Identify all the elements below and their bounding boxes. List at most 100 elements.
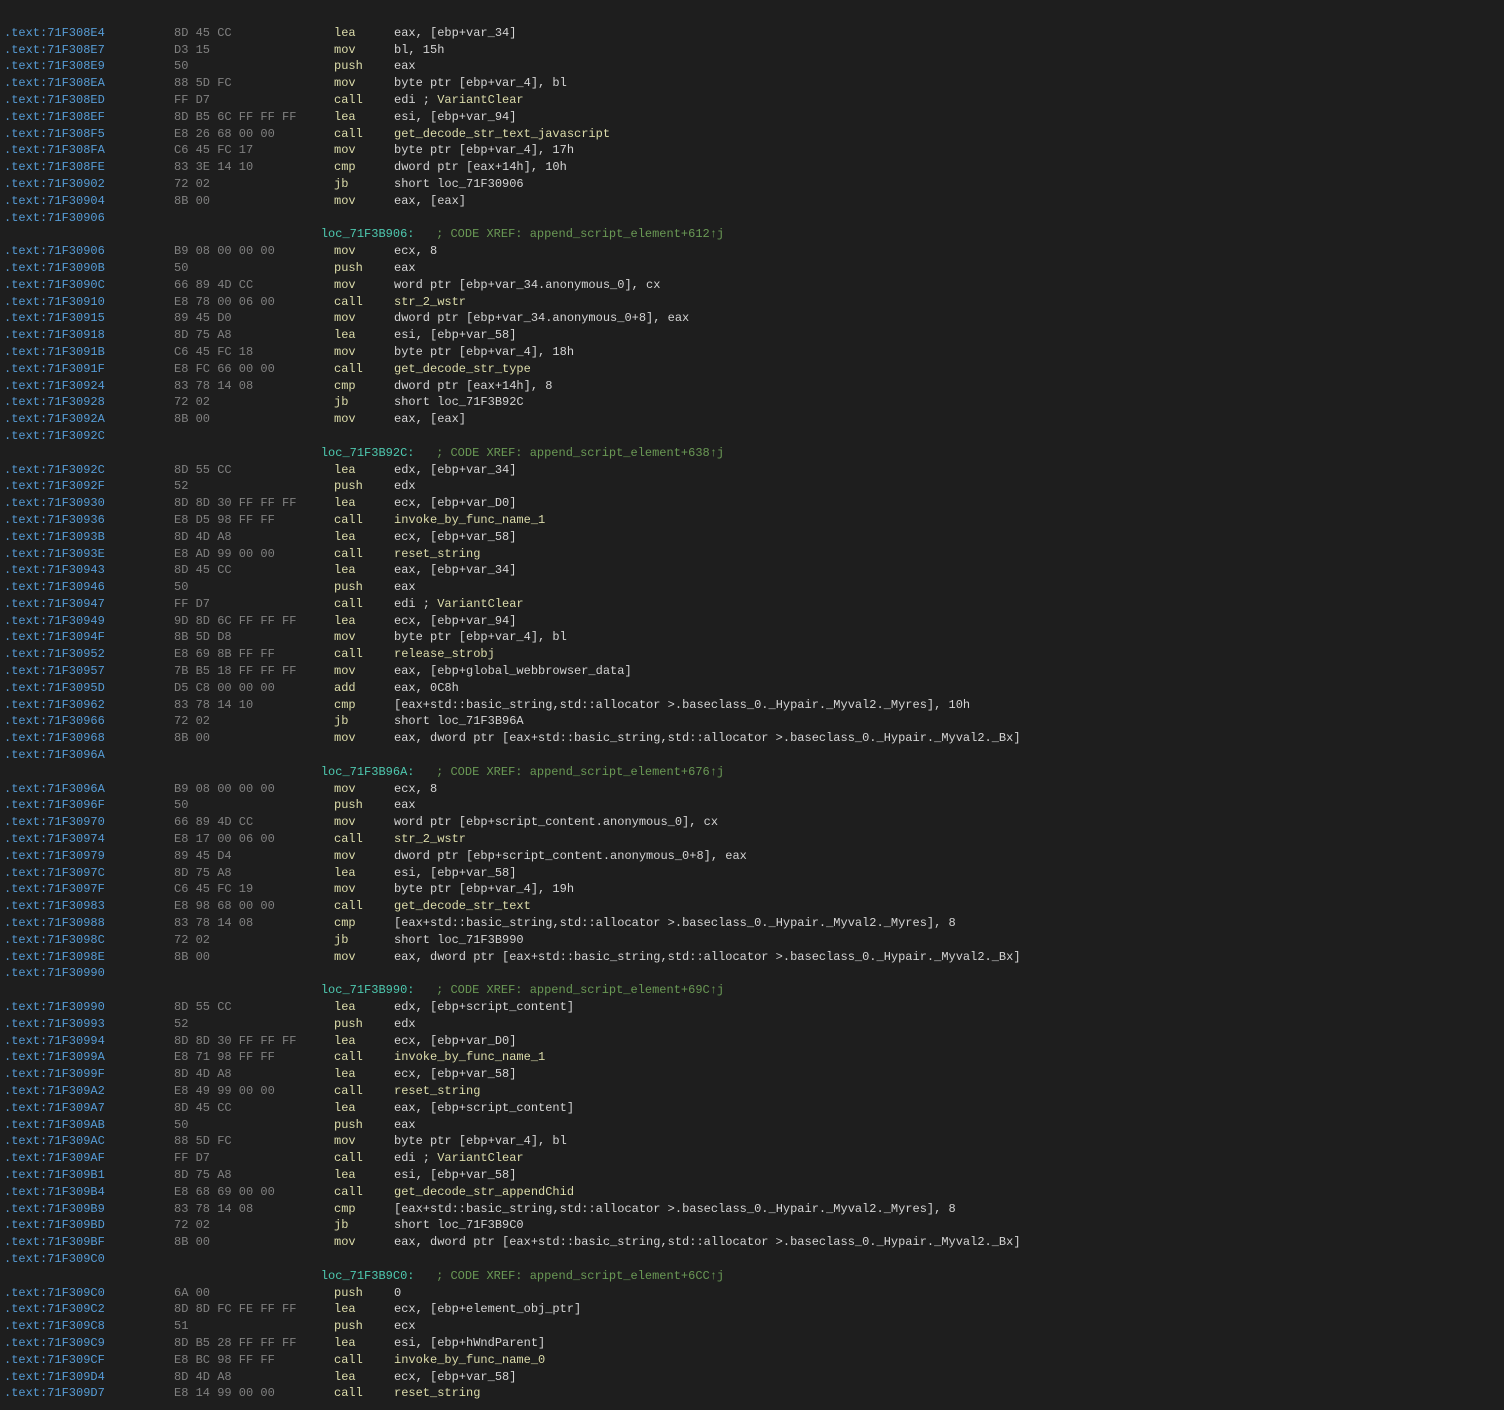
disasm-address: .text:71F309CF xyxy=(4,1352,174,1369)
disasm-operands: short loc_71F3B96A xyxy=(394,713,1500,730)
disasm-mnemonic: lea xyxy=(334,462,394,479)
disasm-mnemonic: cmp xyxy=(334,1201,394,1218)
disasm-mnemonic: jb xyxy=(334,1217,394,1234)
disasm-bytes: 8B 00 xyxy=(174,730,334,747)
disasm-bytes: B9 08 00 00 00 xyxy=(174,781,334,798)
disasm-bytes: 8D B5 28 FF FF FF xyxy=(174,1335,334,1352)
disasm-address: .text:71F3096A xyxy=(4,747,174,764)
disasm-bytes xyxy=(174,1251,334,1268)
disasm-mnemonic: call xyxy=(334,646,394,663)
disasm-address: .text:71F3099A xyxy=(4,1049,174,1066)
disasm-bytes: D5 C8 00 00 00 xyxy=(174,680,334,697)
code-label: loc_71F3B92C: xyxy=(4,445,414,462)
disasm-mnemonic: push xyxy=(334,1016,394,1033)
disasm-bytes: E8 14 99 00 00 xyxy=(174,1385,334,1402)
disasm-line: .text:71F30983E8 98 68 00 00callget_deco… xyxy=(4,898,1500,915)
disasm-mnemonic: lea xyxy=(334,1100,394,1117)
disasm-operands: ecx, [ebp+var_58] xyxy=(394,1369,1500,1386)
disasm-operands xyxy=(394,747,1500,764)
disasm-operands: short loc_71F30906 xyxy=(394,176,1500,193)
disasm-operands: edx, [ebp+var_34] xyxy=(394,462,1500,479)
disasm-bytes: 8D B5 6C FF FF FF xyxy=(174,109,334,126)
disasm-address: .text:71F309A2 xyxy=(4,1083,174,1100)
disasm-line: .text:71F309B983 78 14 08cmp[eax+std::ba… xyxy=(4,1201,1500,1218)
disasm-address: .text:71F30918 xyxy=(4,327,174,344)
disasm-mnemonic: call xyxy=(334,512,394,529)
disasm-line: .text:71F3098E8B 00moveax, dword ptr [ea… xyxy=(4,949,1500,966)
disasm-address: .text:71F30962 xyxy=(4,697,174,714)
code-label: loc_71F3B906: xyxy=(4,226,414,243)
disasm-mnemonic: call xyxy=(334,1049,394,1066)
disasm-bytes: 8D 8D FC FE FF FF xyxy=(174,1301,334,1318)
disasm-bytes: E8 78 00 06 00 xyxy=(174,294,334,311)
disasm-operands: [eax+std::basic_string,std::allocator >.… xyxy=(394,915,1500,932)
disasm-bytes: 8D 75 A8 xyxy=(174,1167,334,1184)
disasm-operands: eax, [eax] xyxy=(394,193,1500,210)
disasm-line: .text:71F309A78D 45 CCleaeax, [ebp+scrip… xyxy=(4,1100,1500,1117)
disasm-operands: release_strobj xyxy=(394,646,1500,663)
disasm-operands: byte ptr [ebp+var_4], 18h xyxy=(394,344,1500,361)
disasm-line: .text:71F3092C xyxy=(4,428,1500,445)
disasm-bytes: 66 89 4D CC xyxy=(174,814,334,831)
disasm-mnemonic: mov xyxy=(334,881,394,898)
disasm-operands: get_decode_str_type xyxy=(394,361,1500,378)
disasm-address: .text:71F3091F xyxy=(4,361,174,378)
disasm-bytes: B9 08 00 00 00 xyxy=(174,243,334,260)
disasm-address: .text:71F309A7 xyxy=(4,1100,174,1117)
disasm-operands: eax, [ebp+var_34] xyxy=(394,25,1500,42)
disasm-mnemonic: lea xyxy=(334,495,394,512)
disasm-line: .text:71F30974E8 17 00 06 00callstr_2_ws… xyxy=(4,831,1500,848)
disasm-address: .text:71F30968 xyxy=(4,730,174,747)
disasm-mnemonic: lea xyxy=(334,1335,394,1352)
disasm-bytes: 50 xyxy=(174,1117,334,1134)
disasm-address: .text:71F3098E xyxy=(4,949,174,966)
disasm-address: .text:71F309AB xyxy=(4,1117,174,1134)
disasm-mnemonic: mov xyxy=(334,310,394,327)
disasm-bytes: 6A 00 xyxy=(174,1285,334,1302)
disasm-operands: short loc_71F3B990 xyxy=(394,932,1500,949)
disasm-line: .text:71F3095DD5 C8 00 00 00addeax, 0C8h xyxy=(4,680,1500,697)
disasm-mnemonic xyxy=(334,210,394,227)
disasm-operands: word ptr [ebp+var_34.anonymous_0], cx xyxy=(394,277,1500,294)
disasm-address: .text:71F3093E xyxy=(4,546,174,563)
code-comment: ; CODE XREF: append_script_element+676↑j xyxy=(414,764,724,781)
disasm-line: .text:71F3092A8B 00moveax, [eax] xyxy=(4,411,1500,428)
disasm-operands: edi ; VariantClear xyxy=(394,1150,1500,1167)
disasm-bytes: 83 78 14 08 xyxy=(174,378,334,395)
code-comment: ; CODE XREF: append_script_element+69C↑j xyxy=(414,982,724,999)
disasm-address: .text:71F3090B xyxy=(4,260,174,277)
disasm-bytes: 8D 55 CC xyxy=(174,462,334,479)
disasm-bytes: 72 02 xyxy=(174,394,334,411)
disasm-address: .text:71F30966 xyxy=(4,713,174,730)
disasm-line: .text:71F309A2E8 49 99 00 00callreset_st… xyxy=(4,1083,1500,1100)
code-label: loc_71F3B9C0: xyxy=(4,1268,414,1285)
disasm-operands: word ptr [ebp+script_content.anonymous_0… xyxy=(394,814,1500,831)
disasm-operands: eax xyxy=(394,797,1500,814)
disasm-line: .text:71F3091BC6 45 FC 18movbyte ptr [eb… xyxy=(4,344,1500,361)
disasm-bytes: FF D7 xyxy=(174,92,334,109)
disasm-address: .text:71F309B9 xyxy=(4,1201,174,1218)
disasm-line: .text:71F30906 xyxy=(4,210,1500,227)
disasm-mnemonic: lea xyxy=(334,327,394,344)
disasm-operands xyxy=(394,210,1500,227)
disasm-line: .text:71F3090272 02jbshort loc_71F30906 xyxy=(4,176,1500,193)
disasm-bytes: E8 68 69 00 00 xyxy=(174,1184,334,1201)
disasm-address: .text:71F30974 xyxy=(4,831,174,848)
disasm-address: .text:71F309D7 xyxy=(4,1385,174,1402)
disasm-line: .text:71F308E950pusheax xyxy=(4,58,1500,75)
disasm-operands: esi, [ebp+var_94] xyxy=(394,109,1500,126)
disasm-line: .text:71F30947FF D7calledi ; VariantClea… xyxy=(4,596,1500,613)
disasm-line: .text:71F3092872 02jbshort loc_71F3B92C xyxy=(4,394,1500,411)
disasm-line: .text:71F308FAC6 45 FC 17movbyte ptr [eb… xyxy=(4,142,1500,159)
disasm-address: .text:71F309BF xyxy=(4,1234,174,1251)
disasm-operands: eax xyxy=(394,1117,1500,1134)
disasm-bytes: 8D 4D A8 xyxy=(174,1369,334,1386)
disasm-operands: get_decode_str_appendChid xyxy=(394,1184,1500,1201)
disasm-address: .text:71F308FE xyxy=(4,159,174,176)
disasm-bytes: 83 78 14 10 xyxy=(174,697,334,714)
disasm-address: .text:71F30979 xyxy=(4,848,174,865)
disasm-line: .text:71F30990 xyxy=(4,965,1500,982)
disasm-line: .text:71F3092C8D 55 CCleaedx, [ebp+var_3… xyxy=(4,462,1500,479)
disasm-line: .text:71F309499D 8D 6C FF FF FFleaecx, [… xyxy=(4,613,1500,630)
disasm-operands: [eax+std::basic_string,std::allocator >.… xyxy=(394,697,1500,714)
